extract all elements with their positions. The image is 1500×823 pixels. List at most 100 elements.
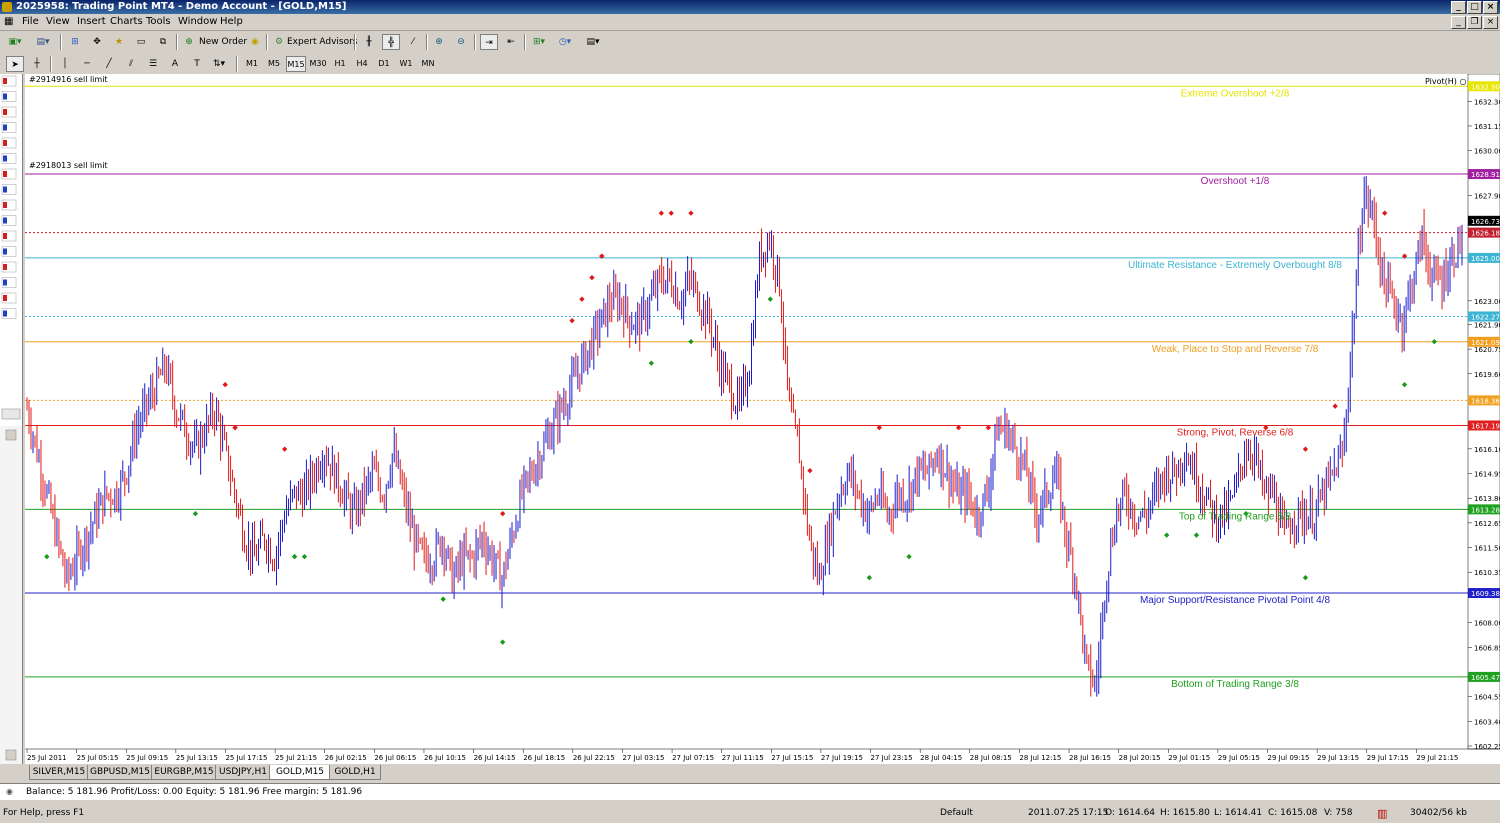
tab-eurgbp-m15[interactable]: EURGBP,M15 xyxy=(151,765,217,780)
text-icon[interactable]: A xyxy=(166,56,184,72)
tab-gold-h1[interactable]: GOLD,H1 xyxy=(329,765,381,780)
fractal-marker: ◆ xyxy=(1164,531,1170,539)
mdi-restore-button[interactable]: ❐ xyxy=(1467,16,1482,29)
time-tick: 28 Jul 04:15 xyxy=(920,754,962,762)
time-tick: 29 Jul 13:15 xyxy=(1317,754,1359,762)
fractal-marker: ◆ xyxy=(1402,252,1408,260)
new-chart-icon[interactable]: ▣▾ xyxy=(6,34,24,50)
tab-gold-m15[interactable]: GOLD,M15 xyxy=(269,765,331,780)
timeframe-m30[interactable]: M30 xyxy=(308,56,328,72)
zoom-out-icon[interactable]: ⊖ xyxy=(452,34,470,50)
tab-gbpusd-m15[interactable]: GBPUSD,M15 xyxy=(87,765,153,780)
timeframe-w1[interactable]: W1 xyxy=(396,56,416,72)
chart-shift-icon[interactable]: ⇤ xyxy=(502,34,520,50)
templates-icon[interactable]: ▤▾ xyxy=(584,34,602,50)
bar-chart-icon[interactable]: ╫ xyxy=(360,34,378,50)
candlestick-icon[interactable]: ╬ xyxy=(382,34,400,50)
cursor-icon[interactable]: ➤ xyxy=(6,56,24,72)
time-tick: 26 Jul 10:15 xyxy=(424,754,466,762)
fractal-marker: ◆ xyxy=(1432,338,1438,346)
metaeditor-icon[interactable]: ◉ xyxy=(246,34,264,50)
line-chart-icon[interactable]: ⁄ xyxy=(404,34,422,50)
market-watch-icon[interactable]: ⊞ xyxy=(66,34,84,50)
arrows-icon[interactable]: ⇅▾ xyxy=(210,56,228,72)
fractal-marker: ◆ xyxy=(659,209,665,217)
price-tick: 1619.60 xyxy=(1474,371,1500,379)
time-tick: 26 Jul 06:15 xyxy=(374,754,416,762)
close-button[interactable]: × xyxy=(1483,1,1498,14)
profiles-icon[interactable]: ▤▾ xyxy=(34,34,52,50)
tab-silver-m15[interactable]: SILVER,M15 xyxy=(29,765,89,780)
balance-icon: ◉ xyxy=(6,787,13,796)
price-tag-text: 1618.36 xyxy=(1471,397,1500,405)
fractal-marker: ◆ xyxy=(579,295,585,303)
level-label: Strong, Pivot, Reverse 6/8 xyxy=(1177,427,1294,438)
time-tick: 27 Jul 19:15 xyxy=(821,754,863,762)
connection-icon: ▥ xyxy=(1377,807,1388,820)
expert-advisors-button[interactable]: Expert Advisors xyxy=(284,34,360,50)
periods-icon[interactable]: ◷▾ xyxy=(556,34,574,50)
fibonacci-icon[interactable]: ☰ xyxy=(144,56,162,72)
market-watch-rows xyxy=(1,75,17,319)
timeframe-m15[interactable]: M15 xyxy=(286,56,306,72)
navigator-icon[interactable]: ★ xyxy=(110,34,128,50)
price-tick: 1616.10 xyxy=(1474,446,1500,454)
auto-scroll-icon[interactable]: ⇥ xyxy=(480,34,498,50)
window-title-bar: 2025958: Trading Point MT4 - Demo Accoun… xyxy=(0,0,1500,14)
price-tag-text: 1617.19 xyxy=(1471,422,1500,430)
price-tick: 1614.95 xyxy=(1474,471,1500,479)
traffic-text: 30402/56 kb xyxy=(1410,808,1467,818)
tab-usdjpy-h1[interactable]: USDJPY,H1 xyxy=(215,765,271,780)
account-balance-text: Balance: 5 181.96 Profit/Loss: 0.00 Equi… xyxy=(26,787,363,797)
last-price-text: 1626.73 xyxy=(1471,218,1500,226)
data-window-icon[interactable]: ✥ xyxy=(88,34,106,50)
crosshair-icon[interactable]: ┼ xyxy=(28,56,46,72)
menu-file-icon: ▦ xyxy=(4,16,14,27)
timeframe-m5[interactable]: M5 xyxy=(264,56,284,72)
price-tick: 1610.35 xyxy=(1474,569,1500,577)
indicators-icon[interactable]: ⊞▾ xyxy=(530,34,548,50)
new-order-button[interactable]: New Order xyxy=(196,34,250,50)
horizontal-line-icon[interactable]: ─ xyxy=(78,56,96,72)
time-tick: 27 Jul 15:15 xyxy=(771,754,813,762)
timeframe-m1[interactable]: M1 xyxy=(242,56,262,72)
menu-tools[interactable]: Tools xyxy=(144,15,173,29)
timeframe-d1[interactable]: D1 xyxy=(374,56,394,72)
maximize-button[interactable]: □ xyxy=(1467,1,1482,14)
menu-view[interactable]: View xyxy=(44,15,72,29)
mdi-close-button[interactable]: × xyxy=(1483,16,1498,29)
order-label-1: #2914916 sell limit xyxy=(29,75,108,84)
equidistant-channel-icon[interactable]: ⫽ xyxy=(122,56,140,72)
level-label: Top of Trading Range 5/8 xyxy=(1179,511,1292,522)
timeframe-h4[interactable]: H4 xyxy=(352,56,372,72)
line-studies-toolbar: ➤ ┼ │ ─ ╱ ⫽ ☰ A T ⇅▾ M1 M5 M15 M30 H1 H4… xyxy=(0,53,1500,75)
menu-file[interactable]: File xyxy=(20,15,41,29)
level-label: Weak, Place to Stop and Reverse 7/8 xyxy=(1152,344,1319,355)
minimize-button[interactable]: _ xyxy=(1451,1,1466,14)
price-chart[interactable]: ◆◆◆◆◆◆◆◆◆◆◆◆◆◆◆◆◆◆◆◆◆◆◆◆◆◆◆◆◆◆◆◆◆◆◆◆◆◆◆◆… xyxy=(25,73,1500,764)
price-tick: 1602.25 xyxy=(1474,743,1500,751)
level-label: Bottom of Trading Range 3/8 xyxy=(1171,679,1299,690)
menu-charts[interactable]: Charts xyxy=(108,15,145,29)
price-tick: 1621.90 xyxy=(1474,321,1500,329)
menu-window[interactable]: Window xyxy=(176,15,219,29)
menu-insert[interactable]: Insert xyxy=(75,15,108,29)
fractal-marker: ◆ xyxy=(1303,445,1309,453)
menu-help[interactable]: Help xyxy=(218,15,245,29)
mdi-minimize-button[interactable]: _ xyxy=(1451,16,1466,29)
timeframe-h1[interactable]: H1 xyxy=(330,56,350,72)
scroll-down-button[interactable] xyxy=(5,749,17,761)
trendline-icon[interactable]: ╱ xyxy=(100,56,118,72)
chart-area[interactable]: ◆ ◆ ◆ ◆ ◆ ◆ ◆ ◆ ◆ ◆ ◆ ◆ ◆ ◆ ◆ ◆ ◆ ◆ ◆ ◆ ◆ ◆ ◆ ◆ ◆ ◆ ◆ ◆ ◆ ◆ ◆ ◆ ◆ ◆ ◆ ◆ ◆ ◆ ◆ ◆… xyxy=(25,73,1500,764)
fractal-marker: ◆ xyxy=(1194,531,1200,539)
time-tick: 29 Jul 09:15 xyxy=(1268,754,1310,762)
timeframe-mn[interactable]: MN xyxy=(418,56,438,72)
menu-bar: ▦ File View Insert Charts Tools Window H… xyxy=(0,14,1500,31)
terminal-icon[interactable]: ▭ xyxy=(132,34,150,50)
scroll-up-button[interactable] xyxy=(5,429,17,441)
fractal-marker: ◆ xyxy=(877,424,883,432)
strategy-tester-icon[interactable]: ⧉ xyxy=(154,34,172,50)
text-label-icon[interactable]: T xyxy=(188,56,206,72)
vertical-line-icon[interactable]: │ xyxy=(56,56,74,72)
zoom-in-icon[interactable]: ⊕ xyxy=(430,34,448,50)
